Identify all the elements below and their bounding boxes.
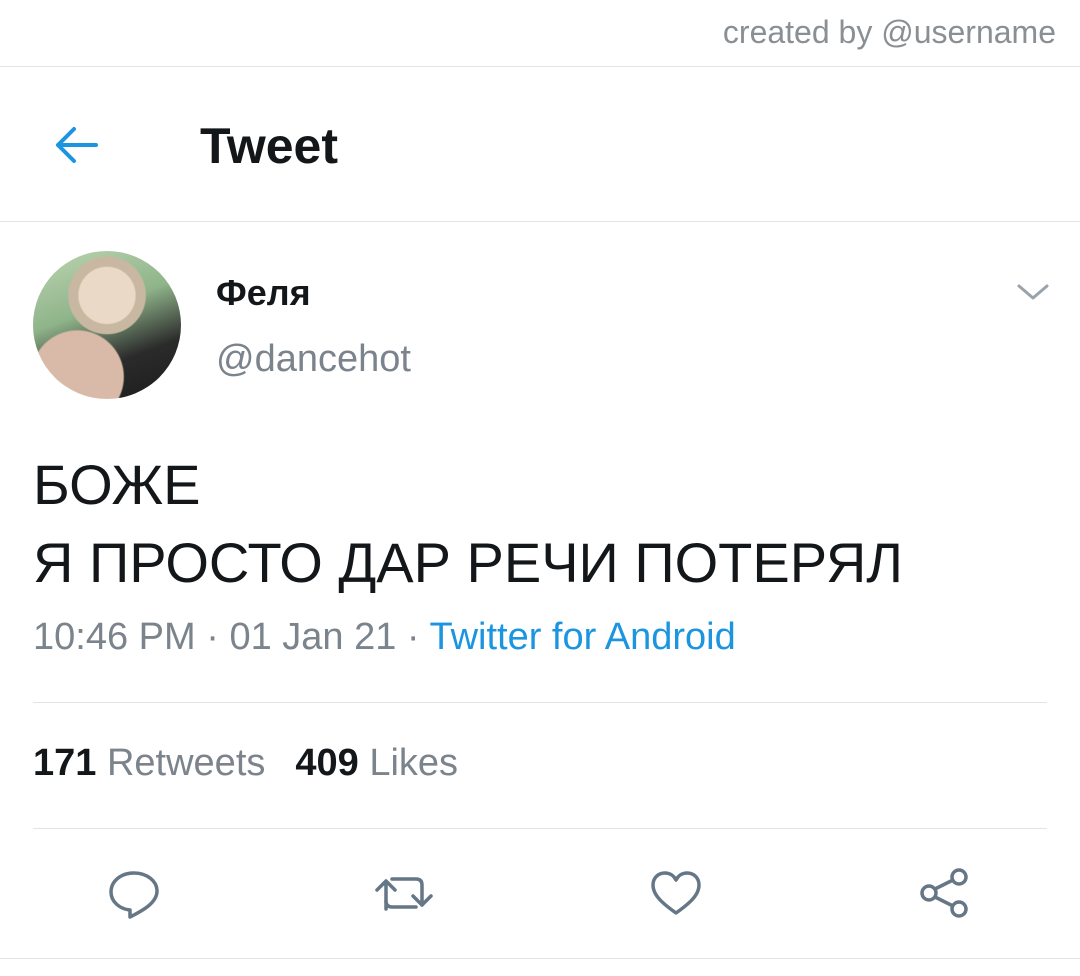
- top-bar: Tweet: [0, 67, 1080, 221]
- retweets-label: Retweets: [106, 742, 266, 784]
- like-button[interactable]: [644, 861, 708, 925]
- likes-count: 409: [295, 742, 359, 784]
- reply-button[interactable]: [102, 861, 166, 925]
- reply-icon: [109, 871, 159, 919]
- likes-label: Likes: [369, 742, 459, 784]
- arrow-left-icon: [56, 127, 98, 163]
- tweet-text: БОЖЕ Я ПРОСТО ДАР РЕЧИ ПОТЕРЯЛ: [33, 446, 1047, 602]
- divider: [0, 221, 1080, 222]
- retweets-count: 171: [33, 742, 97, 784]
- tweet-time: 10:46 PM: [33, 616, 196, 658]
- divider: [33, 702, 1047, 703]
- divider: [0, 958, 1080, 959]
- tweet-menu-button[interactable]: [1012, 276, 1054, 308]
- back-button[interactable]: [46, 115, 106, 175]
- action-bar: [0, 828, 1080, 958]
- tweet-stats: 171 Retweets 409 Likes: [33, 742, 458, 785]
- author-handle[interactable]: @dancehot: [216, 338, 411, 381]
- meta-separator: ·: [195, 616, 230, 658]
- chevron-down-icon: [1017, 284, 1049, 300]
- tweet-line: БОЖЕ: [33, 453, 201, 516]
- share-button[interactable]: [912, 861, 976, 925]
- retweet-icon: [375, 877, 433, 911]
- page-title: Tweet: [200, 118, 338, 174]
- like-icon: [651, 871, 701, 915]
- avatar[interactable]: [33, 251, 181, 399]
- retweets-stat[interactable]: 171 Retweets: [33, 742, 265, 784]
- tweet-date: 01 Jan 21: [229, 616, 397, 658]
- share-icon: [920, 868, 968, 918]
- meta-separator: ·: [396, 616, 430, 658]
- credit-watermark: created by @username: [722, 14, 1056, 50]
- tweet-meta: 10:46 PM · 01 Jan 21 · Twitter for Andro…: [33, 616, 736, 659]
- author-name[interactable]: Феля: [216, 272, 311, 314]
- tweet-source-link[interactable]: Twitter for Android: [429, 616, 735, 658]
- tweet-line: Я ПРОСТО ДАР РЕЧИ ПОТЕРЯЛ: [33, 531, 904, 594]
- retweet-button[interactable]: [372, 861, 436, 925]
- likes-stat[interactable]: 409 Likes: [295, 742, 458, 784]
